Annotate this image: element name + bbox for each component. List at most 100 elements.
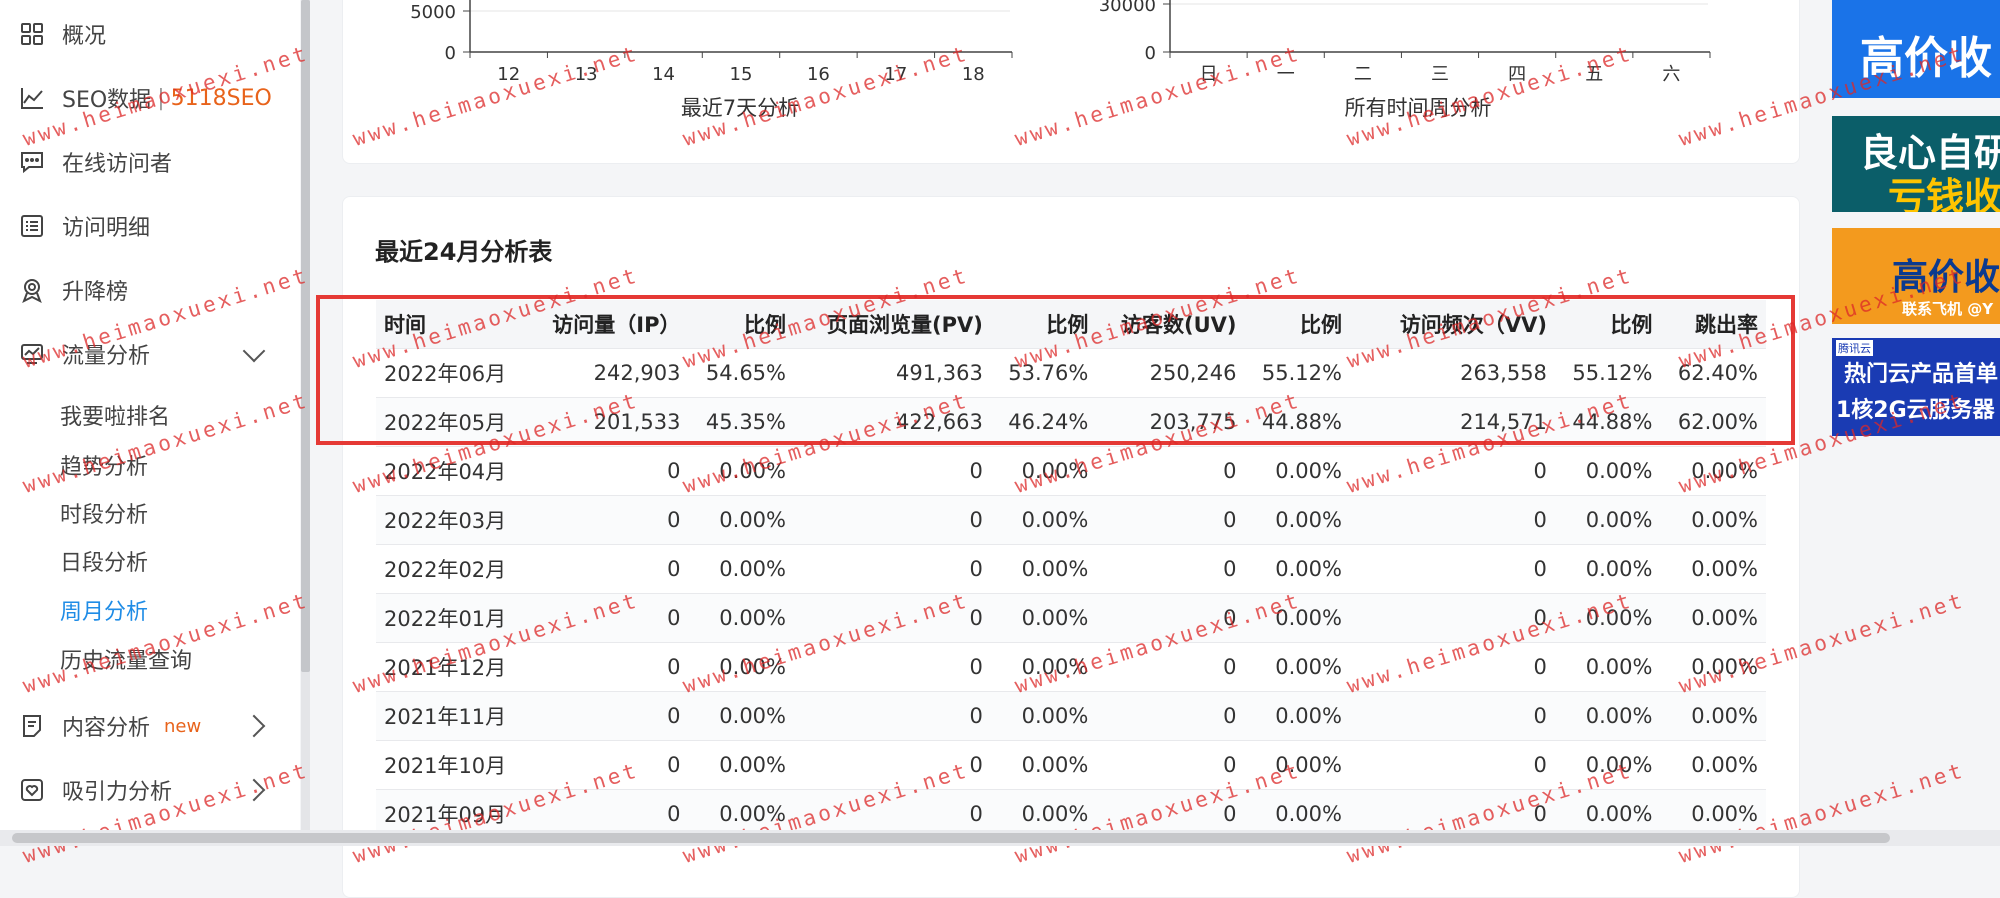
table-cell: 0.00% xyxy=(1244,544,1350,594)
table-cell: 0 xyxy=(794,495,991,545)
table-cell: 214,571 xyxy=(1349,397,1555,447)
table-cell: 0 xyxy=(1096,593,1245,643)
chart-caption: 最近7天分析 xyxy=(681,96,799,120)
column-header: 比例 xyxy=(1244,300,1350,349)
nav-content-analysis[interactable]: 内容分析 new xyxy=(18,706,288,746)
table-cell: 0.00% xyxy=(1660,691,1766,741)
x-tick-label: 15 xyxy=(730,64,753,85)
table-cell: 0 xyxy=(528,593,689,643)
table-cell: 0.00% xyxy=(1554,544,1661,594)
table-cell: 0 xyxy=(1096,740,1245,790)
ad-text: 亏钱收 xyxy=(1888,175,2000,212)
ad-banner-4[interactable]: 腾讯云 热门云产品首单 1核2G云服务器 xyxy=(1832,338,2000,436)
column-header: 比例 xyxy=(990,300,1097,349)
sub-period[interactable]: 时段分析 xyxy=(60,499,148,533)
ad-text: 热门云产品首单 xyxy=(1844,362,1999,387)
x-tick-label: 13 xyxy=(575,64,598,85)
table-cell: 0 xyxy=(528,446,689,496)
table-cell: 0.00% xyxy=(1554,495,1661,545)
nav-ranking[interactable]: 升降榜 xyxy=(18,270,128,310)
x-tick-label: 17 xyxy=(884,64,907,85)
table-cell: 0 xyxy=(528,740,689,790)
column-header: 页面浏览量(PV) xyxy=(794,300,991,349)
ad-text: 高价收 xyxy=(1892,257,2000,298)
ad-text: 1核2G云服务器 xyxy=(1836,398,1995,423)
table-cell: 0.00% xyxy=(1244,593,1350,643)
table-cell: 55.12% xyxy=(1244,348,1350,398)
table-row[interactable]: 2022年04月 0 0.00% 0 0.00% 0 0.00% 0 0.00% 0.00% xyxy=(376,446,1766,496)
table-cell: 44.88% xyxy=(1244,397,1350,447)
table-row[interactable]: 2022年02月 0 0.00% 0 0.00% 0 0.00% 0 0.00% 0.00% xyxy=(376,544,1766,594)
nav-visit-detail[interactable]: 访问明细 xyxy=(18,206,150,246)
chart-caption: 所有时间周分析 xyxy=(1345,96,1492,120)
table-cell: 0.00% xyxy=(1244,740,1350,790)
sub-daily[interactable]: 日段分析 xyxy=(60,547,148,581)
column-header: 访问频次（VV) xyxy=(1349,300,1555,349)
y-tick-label: 30000 xyxy=(1099,0,1156,16)
nav-content-analysis-label: 内容分析 xyxy=(62,716,151,741)
list-icon xyxy=(18,212,46,240)
sub-history[interactable]: 历史流量查询 xyxy=(60,645,192,679)
nav-visit-detail-label: 访问明细 xyxy=(62,216,151,241)
table-cell: 0.00% xyxy=(688,593,794,643)
table-cell: 2022年01月 xyxy=(376,593,529,643)
sub-weekly-monthly[interactable]: 周月分析 xyxy=(60,596,148,630)
table-cell: 491,363 xyxy=(794,348,991,398)
table-row[interactable]: 2021年10月 0 0.00% 0 0.00% 0 0.00% 0 0.00% 0.00% xyxy=(376,740,1766,790)
chevron-right-icon xyxy=(242,714,266,738)
horizontal-scrollbar-thumb[interactable] xyxy=(12,833,1890,843)
table-cell: 0.00% xyxy=(1554,642,1661,692)
column-header: 比例 xyxy=(688,300,794,349)
table-cell: 0 xyxy=(1349,446,1555,496)
column-header: 访客数(UV) xyxy=(1096,300,1245,349)
sub-trend[interactable]: 趋势分析 xyxy=(60,451,148,485)
table-cell: 0.00% xyxy=(688,740,794,790)
table-row[interactable]: 2022年03月 0 0.00% 0 0.00% 0 0.00% 0 0.00% 0.00% xyxy=(376,495,1766,545)
table-row[interactable]: 2022年01月 0 0.00% 0 0.00% 0 0.00% 0 0.00% 0.00% xyxy=(376,593,1766,643)
ad-banner-2[interactable]: 良心自研 亏钱收 xyxy=(1832,116,2000,212)
chart-weekly-all-time: 30000 0 日 一 二 三 四 五 六 所有时间周分析 xyxy=(1099,0,1711,120)
table-cell: 242,903 xyxy=(528,348,689,398)
nav-traffic-analysis[interactable]: 流量分析 xyxy=(18,334,288,374)
table-cell: 0 xyxy=(1096,544,1245,594)
ad-banner-1[interactable]: 高价收 xyxy=(1832,0,2000,98)
ad-banner-3[interactable]: 高价收 联系飞机 @Y xyxy=(1832,228,2000,324)
sub-my-rank[interactable]: 我要啦排名 xyxy=(60,401,170,435)
table-row[interactable]: 2021年12月 0 0.00% 0 0.00% 0 0.00% 0 0.00% 0.00% xyxy=(376,642,1766,692)
x-tick-label: 三 xyxy=(1431,64,1449,85)
table-row[interactable]: 2022年06月 242,903 54.65% 491,363 53.76% 250,24… xyxy=(376,348,1766,398)
table-cell: 263,558 xyxy=(1349,348,1555,398)
table-cell: 0 xyxy=(1349,593,1555,643)
table-cell: 0.00% xyxy=(1660,495,1766,545)
table-cell: 2022年06月 xyxy=(376,348,529,398)
table-title: 最近24月分析表 xyxy=(375,238,553,266)
column-header: 时间 xyxy=(376,300,529,349)
table-cell: 0 xyxy=(794,691,991,741)
ad-text: 高价收 xyxy=(1860,33,1992,84)
table-cell: 0.00% xyxy=(1554,691,1661,741)
table-cell: 0 xyxy=(1349,642,1555,692)
table-cell: 0.00% xyxy=(990,740,1097,790)
x-tick-label: 六 xyxy=(1662,64,1680,85)
table-cell: 0 xyxy=(794,446,991,496)
table-cell: 2021年11月 xyxy=(376,691,529,741)
table-cell: 422,663 xyxy=(794,397,991,447)
x-tick-label: 18 xyxy=(962,64,985,85)
table-cell: 0.00% xyxy=(1660,642,1766,692)
table-cell: 2021年10月 xyxy=(376,740,529,790)
table-row[interactable]: 2021年11月 0 0.00% 0 0.00% 0 0.00% 0 0.00% 0.00% xyxy=(376,691,1766,741)
table-cell: 0.00% xyxy=(688,495,794,545)
table-cell: 250,246 xyxy=(1096,348,1245,398)
table-header-row: 时间 访问量（IP） 比例 页面浏览量(PV) 比例 访客数(UV) 比例 访问频次（VV) 比… xyxy=(376,300,1766,349)
table-row[interactable]: 2022年05月 201,533 45.35% 422,663 46.24% 203,77… xyxy=(376,397,1766,447)
table-cell: 0.00% xyxy=(990,691,1097,741)
nav-attraction-analysis[interactable]: 吸引力分析 xyxy=(18,770,288,810)
y-tick-label: 5000 xyxy=(410,2,456,23)
table-cell: 203,775 xyxy=(1096,397,1245,447)
x-tick-label: 14 xyxy=(652,64,675,85)
ad-text: 联系飞机 @Y xyxy=(1902,300,1994,318)
table-cell: 0 xyxy=(528,691,689,741)
table-cell: 0 xyxy=(794,642,991,692)
table-cell: 0.00% xyxy=(688,446,794,496)
table-cell: 0 xyxy=(1096,446,1245,496)
